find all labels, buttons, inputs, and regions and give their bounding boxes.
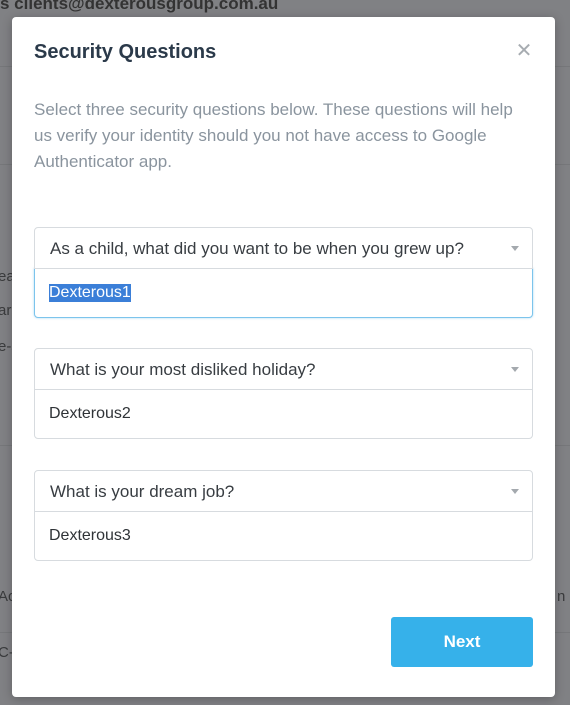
security-question-value: As a child, what did you want to be when… [50,239,464,258]
security-question-group-2: What is your most disliked holiday? [34,348,533,439]
security-question-select-2[interactable]: What is your most disliked holiday? [34,348,533,390]
security-question-select-3[interactable]: What is your dream job? [34,470,533,512]
security-question-value: What is your dream job? [50,482,235,501]
modal-title: Security Questions [34,41,217,63]
security-question-group-1: As a child, what did you want to be when… [34,227,533,318]
security-answer-input-1[interactable] [34,268,533,318]
background-email-text: s clients@dexterousgroup.com.au [0,0,279,13]
security-answer-input-2[interactable] [34,389,533,439]
modal-intro-text: Select three security questions below. T… [34,100,513,171]
next-button[interactable]: Next [391,617,533,667]
security-question-group-3: What is your dream job? [34,470,533,561]
chevron-down-icon [511,246,519,251]
chevron-down-icon [511,367,519,372]
background-text-fragment: ar [0,302,12,319]
security-question-value: What is your most disliked holiday? [50,360,316,379]
background-text-fragment: n [557,588,566,605]
chevron-down-icon [511,489,519,494]
security-answer-input-3[interactable] [34,511,533,561]
close-icon[interactable]: ✕ [513,39,535,61]
security-questions-modal: Security Questions ✕ Select three securi… [12,17,555,697]
security-question-select-1[interactable]: As a child, what did you want to be when… [34,227,533,269]
